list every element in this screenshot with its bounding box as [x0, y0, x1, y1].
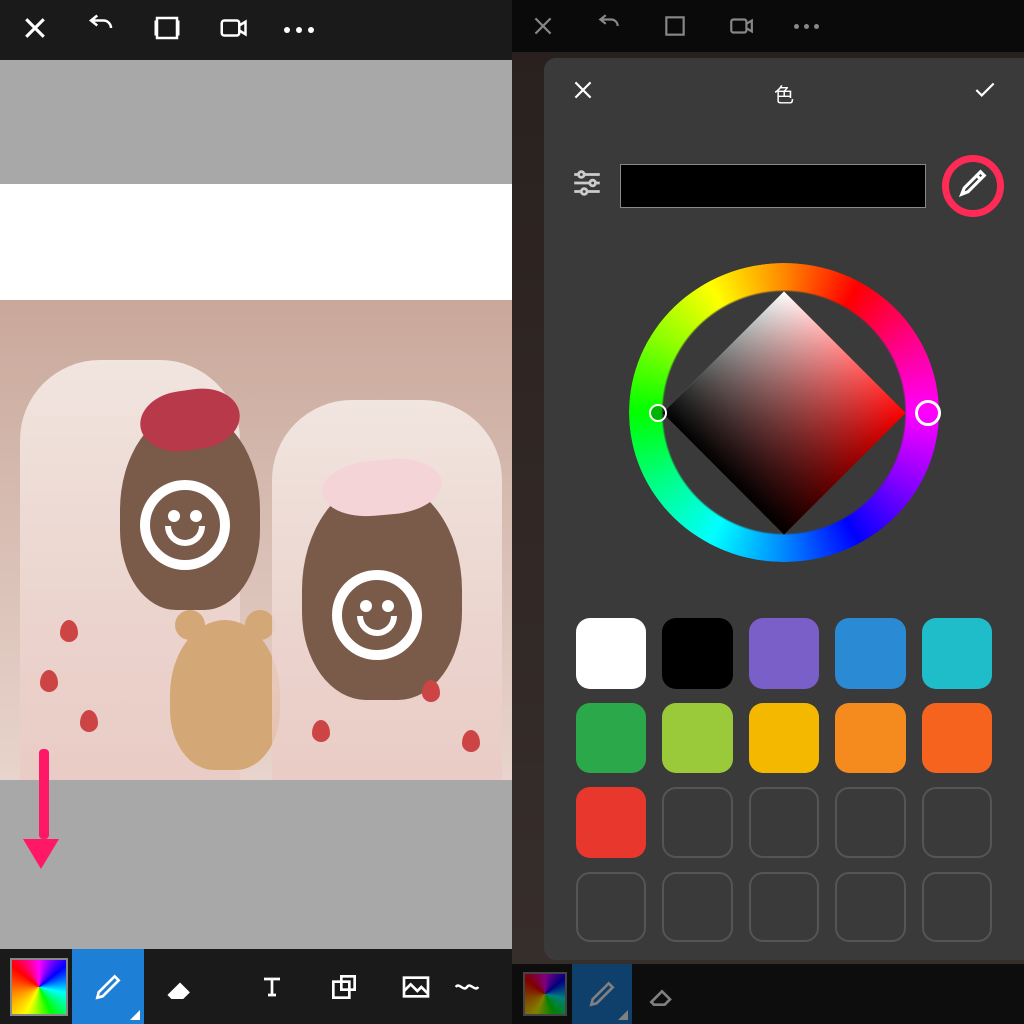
color-swatch[interactable]: [576, 618, 646, 688]
current-color-swatch[interactable]: [620, 164, 926, 208]
color-swatch-empty[interactable]: [662, 787, 732, 857]
color-picker-button[interactable]: [0, 949, 72, 1024]
color-swatch-empty[interactable]: [835, 787, 905, 857]
color-swatch[interactable]: [749, 703, 819, 773]
panel-confirm-button[interactable]: [972, 77, 998, 109]
image-button[interactable]: [380, 949, 452, 1024]
color-swatch[interactable]: [662, 703, 732, 773]
color-panel: 色: [544, 58, 1024, 960]
color-swatch[interactable]: [576, 703, 646, 773]
top-toolbar-dimmed: [512, 0, 1024, 52]
color-picker-button: [512, 964, 572, 1024]
eyedropper-highlight: [942, 155, 1004, 217]
color-swatch[interactable]: [835, 618, 905, 688]
annotation-arrow-down: [36, 749, 52, 859]
editor-pane-left: [0, 0, 512, 1024]
color-value-row: [570, 155, 998, 217]
more-icon[interactable]: [284, 27, 314, 33]
color-swatches: [570, 618, 998, 942]
brush-button: [572, 964, 632, 1024]
color-swatch-empty[interactable]: [749, 872, 819, 942]
color-swatch-empty[interactable]: [576, 872, 646, 942]
bottom-toolbar-dimmed: [512, 964, 1024, 1024]
top-toolbar: [0, 0, 512, 60]
color-swatch[interactable]: [662, 618, 732, 688]
frame-icon[interactable]: [152, 13, 182, 48]
undo-icon[interactable]: [86, 13, 116, 48]
hue-handle[interactable]: [915, 400, 941, 426]
text-button[interactable]: [236, 949, 308, 1024]
color-swatch[interactable]: [749, 618, 819, 688]
color-swatch[interactable]: [576, 787, 646, 857]
panel-close-button[interactable]: [570, 77, 596, 109]
brush-button[interactable]: [72, 949, 144, 1024]
color-swatch-empty[interactable]: [922, 787, 992, 857]
bottom-toolbar: [0, 949, 512, 1024]
eraser-button: [632, 964, 692, 1024]
color-swatch[interactable]: [835, 703, 905, 773]
canvas[interactable]: [0, 60, 512, 949]
color-swatch-empty[interactable]: [922, 872, 992, 942]
eraser-button[interactable]: [144, 949, 216, 1024]
more-tools-button[interactable]: [452, 949, 482, 1024]
canvas-photo: [0, 300, 512, 780]
sv-handle[interactable]: [649, 404, 667, 422]
close-icon[interactable]: [20, 13, 50, 48]
eyedropper-icon[interactable]: [958, 168, 988, 203]
panel-header: 色: [570, 76, 998, 111]
hue-wheel[interactable]: [629, 263, 939, 563]
color-swatch-empty[interactable]: [835, 872, 905, 942]
undo-icon: [596, 13, 622, 39]
video-icon[interactable]: [218, 13, 248, 48]
shape-button[interactable]: [308, 949, 380, 1024]
panel-title: 色: [774, 79, 794, 108]
editor-pane-right: 色: [512, 0, 1024, 1024]
color-swatch-empty[interactable]: [662, 872, 732, 942]
more-icon: [794, 24, 819, 29]
color-swatch[interactable]: [922, 618, 992, 688]
video-icon: [728, 13, 754, 39]
close-icon: [530, 13, 556, 39]
canvas-white-layer: [0, 184, 512, 304]
color-swatch-empty[interactable]: [749, 787, 819, 857]
color-swatch[interactable]: [922, 703, 992, 773]
sliders-icon[interactable]: [570, 166, 604, 205]
frame-icon: [662, 13, 688, 39]
